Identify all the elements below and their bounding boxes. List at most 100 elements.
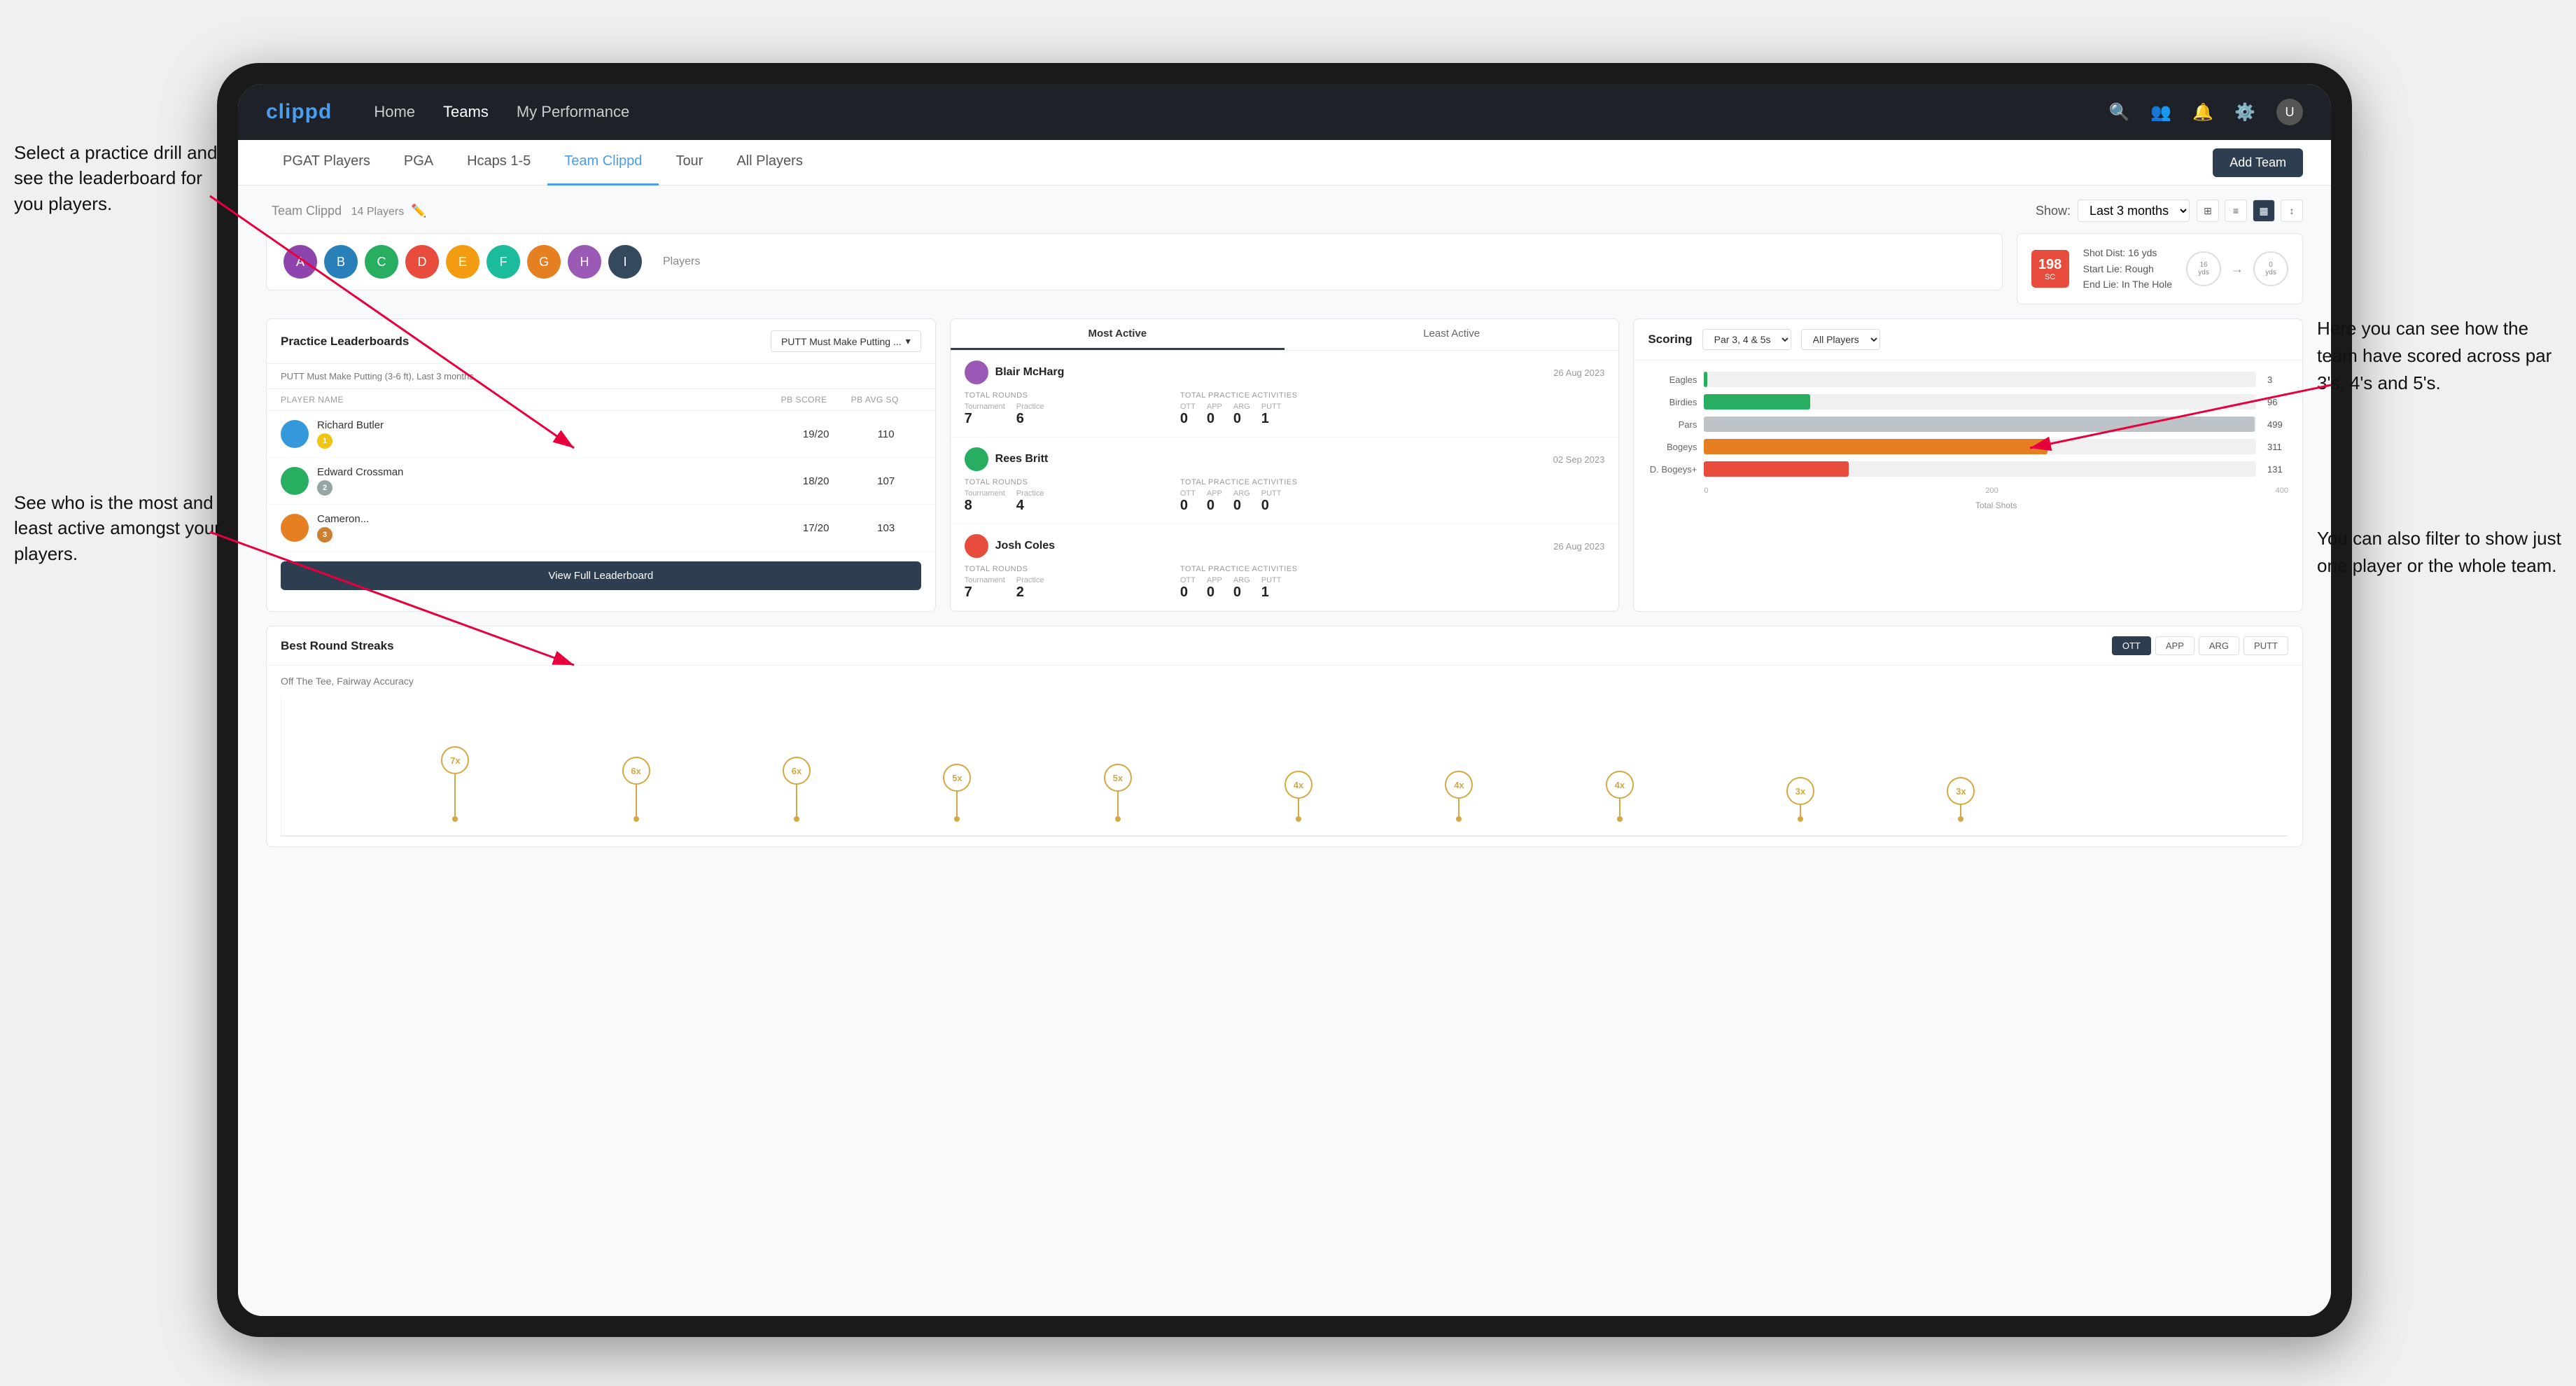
- three-col-section: Practice Leaderboards PUTT Must Make Put…: [266, 318, 2303, 612]
- player-name-2: Rees Britt: [965, 447, 1049, 471]
- scoring-filter-players[interactable]: All Players: [1801, 329, 1880, 350]
- show-select[interactable]: Last 3 months Last month Last 6 months L…: [2078, 200, 2190, 222]
- player-avatar-7[interactable]: G: [527, 245, 561, 279]
- players-label: Players: [663, 255, 700, 268]
- tablet-screen: clippd Home Teams My Performance 🔍 👥 🔔 ⚙…: [238, 84, 2331, 1316]
- shot-circles: 16 yds → 0 yds: [2186, 251, 2288, 286]
- player-avatar-6[interactable]: F: [486, 245, 520, 279]
- subnav-tour[interactable]: Tour: [659, 140, 720, 186]
- player-avatar-lb-3[interactable]: [281, 514, 309, 542]
- streaks-subtitle: Off The Tee, Fairway Accuracy: [281, 676, 2288, 687]
- view-full-leaderboard-button[interactable]: View Full Leaderboard: [281, 561, 921, 590]
- scoring-title: Scoring: [1648, 332, 1692, 346]
- streak-bubble-3: 6x: [783, 757, 811, 785]
- bar-row-eagles: Eagles 3: [1648, 372, 2288, 387]
- people-icon[interactable]: 👥: [2150, 102, 2171, 122]
- list-view-icon[interactable]: ≡: [2225, 200, 2247, 222]
- most-active-card: Most Active Least Active Blair McHarg 26…: [950, 318, 1620, 612]
- show-label: Show:: [2036, 204, 2071, 218]
- subnav-all-players[interactable]: All Players: [720, 140, 819, 186]
- player-avatar-active-1[interactable]: [965, 360, 988, 384]
- bar-row-bogeys: Bogeys 311: [1648, 439, 2288, 454]
- player-avatar-active-3[interactable]: [965, 534, 988, 558]
- subnav: PGAT Players PGA Hcaps 1-5 Team Clippd T…: [238, 140, 2331, 186]
- bar-row-dbogeys: D. Bogeys+ 131: [1648, 461, 2288, 477]
- nav-my-performance[interactable]: My Performance: [517, 103, 629, 121]
- practice-leaderboards-card: Practice Leaderboards PUTT Must Make Put…: [266, 318, 936, 612]
- leaderboard-dropdown[interactable]: PUTT Must Make Putting ... ▾: [771, 330, 921, 352]
- navbar: clippd Home Teams My Performance 🔍 👥 🔔 ⚙…: [238, 84, 2331, 140]
- streak-bubble-5: 5x: [1104, 764, 1132, 792]
- filter-arg[interactable]: ARG: [2199, 636, 2239, 655]
- annotation-left-top: Select a practice drill and see the lead…: [14, 140, 224, 216]
- bell-icon[interactable]: 🔔: [2192, 102, 2213, 122]
- team-title: Team Clippd 14 Players: [266, 203, 404, 219]
- least-active-tab[interactable]: Least Active: [1284, 319, 1618, 350]
- sort-icon[interactable]: ↕: [2281, 200, 2303, 222]
- player-avatar-3[interactable]: C: [365, 245, 398, 279]
- table-row: Richard Butler 1 19/20 110: [267, 411, 935, 458]
- player-avatar-4[interactable]: D: [405, 245, 439, 279]
- annotation-right-top: Here you can see how the team have score…: [2317, 315, 2562, 397]
- player-avatar-1[interactable]: A: [284, 245, 317, 279]
- avatar[interactable]: U: [2276, 99, 2303, 125]
- subnav-team-clippd[interactable]: Team Clippd: [547, 140, 659, 186]
- filter-ott[interactable]: OTT: [2112, 636, 2151, 655]
- player-activity-header-2: Rees Britt 02 Sep 2023: [965, 447, 1605, 471]
- subnav-pga[interactable]: PGA: [387, 140, 450, 186]
- brand-logo: clippd: [266, 100, 332, 124]
- player-avatar-lb-1[interactable]: [281, 420, 309, 448]
- chart-xlabel: Total Shots: [1648, 500, 2288, 510]
- grid-view-icon[interactable]: ⊞: [2197, 200, 2219, 222]
- view-icons: ⊞ ≡ ▦ ↕: [2197, 200, 2303, 222]
- shot-details: Shot Dist: 16 yds Start Lie: Rough End L…: [2083, 245, 2172, 292]
- streaks-header: Best Round Streaks OTT APP ARG PUTT: [267, 626, 2302, 666]
- streak-bubble-4: 5x: [943, 764, 971, 792]
- bar-track: [1704, 394, 2256, 410]
- list-item: Blair McHarg 26 Aug 2023 Total Rounds To…: [951, 351, 1619, 438]
- streak-bubble-7: 4x: [1445, 771, 1473, 799]
- player-avatar-active-2[interactable]: [965, 447, 988, 471]
- practice-activities-group: Total Practice Activities OTT 0 APP 0: [1180, 391, 1389, 427]
- filter-app[interactable]: APP: [2155, 636, 2194, 655]
- streak-bubble-9: 3x: [1786, 777, 1814, 805]
- player-avatar-2[interactable]: B: [324, 245, 358, 279]
- rank-badge-3: 3: [317, 527, 332, 542]
- add-team-button[interactable]: Add Team: [2213, 148, 2303, 177]
- streak-point-1: 7x: [441, 746, 469, 822]
- player-avatar-5[interactable]: E: [446, 245, 479, 279]
- search-icon[interactable]: 🔍: [2108, 102, 2129, 122]
- player-avatar-9[interactable]: I: [608, 245, 642, 279]
- settings-icon[interactable]: ⚙️: [2234, 102, 2255, 122]
- bar-chart: Eagles 3 Birdies 96: [1634, 360, 2302, 516]
- player-avatar-8[interactable]: H: [568, 245, 601, 279]
- navbar-links: Home Teams My Performance: [374, 103, 629, 121]
- players-row: A B C D E F G H I Players: [266, 233, 2003, 290]
- nav-teams[interactable]: Teams: [443, 103, 489, 121]
- team-header: Team Clippd 14 Players ✏️ Show: Last 3 m…: [266, 200, 2303, 222]
- card-view-icon[interactable]: ▦: [2253, 200, 2275, 222]
- main-content: Team Clippd 14 Players ✏️ Show: Last 3 m…: [238, 186, 2331, 1316]
- edit-icon[interactable]: ✏️: [411, 204, 426, 218]
- practice-leaderboards-header: Practice Leaderboards PUTT Must Make Put…: [267, 319, 935, 364]
- streak-point-2: 6x: [622, 757, 650, 822]
- list-item: Josh Coles 26 Aug 2023 Total Rounds Tour…: [951, 524, 1619, 611]
- player-avatar-lb-2[interactable]: [281, 467, 309, 495]
- navbar-icons: 🔍 👥 🔔 ⚙️ U: [2108, 99, 2303, 125]
- streak-point-6: 4x: [1284, 771, 1312, 822]
- lb-player-3: Cameron... 3: [281, 513, 781, 542]
- filter-putt[interactable]: PUTT: [2244, 636, 2288, 655]
- streak-point-7: 4x: [1445, 771, 1473, 822]
- practice-leaderboards-title: Practice Leaderboards: [281, 335, 409, 349]
- nav-home[interactable]: Home: [374, 103, 415, 121]
- streaks-body: Off The Tee, Fairway Accuracy 7x: [267, 666, 2302, 846]
- subnav-pgat[interactable]: PGAT Players: [266, 140, 387, 186]
- total-rounds-group: Total Rounds Tournament 7 Practice 6: [965, 391, 1173, 427]
- table-row: Cameron... 3 17/20 103: [267, 505, 935, 552]
- subnav-hcaps[interactable]: Hcaps 1-5: [450, 140, 547, 186]
- streak-point-10: 3x: [1947, 777, 1975, 822]
- shot-circle-2: 0 yds: [2253, 251, 2288, 286]
- streak-bubble-6: 4x: [1284, 771, 1312, 799]
- scoring-filter-par[interactable]: Par 3, 4 & 5s Par 3s Par 4s Par 5s: [1702, 329, 1791, 350]
- most-active-tab[interactable]: Most Active: [951, 319, 1284, 350]
